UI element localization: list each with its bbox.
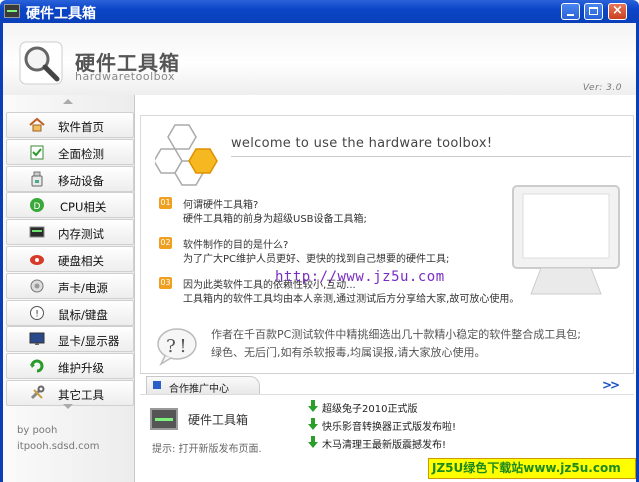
monitor-icon bbox=[512, 185, 620, 295]
green-down-arrow-icon bbox=[308, 400, 318, 412]
main-panel: welcome to use the hardware toolbox! 01 … bbox=[136, 95, 636, 482]
sidebar-item-label: 全面检测 bbox=[58, 146, 104, 161]
minimize-button[interactable] bbox=[561, 3, 580, 20]
qa-number: 03 bbox=[159, 277, 172, 289]
sidebar: 软件首页 全面检测 移动设备 D CPU相关 内存测试 硬盘相关 声卡/电源 ! bbox=[3, 95, 135, 482]
website-link[interactable]: http://www.jz5u.com bbox=[275, 269, 445, 285]
sidebar-item-label: 鼠标/键盘 bbox=[58, 307, 108, 322]
sidebar-item-label: 软件首页 bbox=[58, 120, 104, 134]
tools-icon bbox=[30, 385, 45, 400]
sidebar-item-maintenance[interactable]: 维护升级 bbox=[6, 353, 134, 380]
clipboard-check-icon bbox=[30, 145, 44, 160]
app-icon bbox=[4, 4, 20, 18]
mouse-icon: ! bbox=[30, 305, 44, 320]
sidebar-item-cpu[interactable]: D CPU相关 bbox=[6, 192, 134, 219]
qa-number: 02 bbox=[159, 237, 172, 249]
app-brand-subtitle: hardwaretoolbox bbox=[75, 70, 176, 83]
display-icon bbox=[29, 332, 45, 346]
question-exclamation-icon: ? ! bbox=[157, 328, 197, 366]
qa-answer: 硬件工具箱的前身为超级USB设备工具箱; bbox=[183, 214, 367, 225]
news-title: 超级兔子2010正式版 bbox=[322, 404, 418, 415]
version-label: Ver: 3.0 bbox=[582, 83, 622, 93]
green-down-arrow-icon bbox=[308, 436, 318, 448]
title-bar[interactable]: 硬件工具箱 × bbox=[0, 0, 639, 23]
sidebar-item-label: 硬盘相关 bbox=[58, 253, 104, 268]
featured-app-name[interactable]: 硬件工具箱 bbox=[188, 411, 248, 428]
welcome-heading: welcome to use the hardware toolbox! bbox=[231, 136, 493, 151]
close-button[interactable]: × bbox=[608, 3, 627, 20]
sidebar-item-label: 内存测试 bbox=[58, 227, 104, 242]
hexagon-logo-icon bbox=[155, 124, 218, 186]
tab-partner-center[interactable]: 合作推广中心 bbox=[146, 376, 260, 395]
tab-square-icon bbox=[153, 381, 161, 389]
intro-text-line-1: 作者在千百款PC测试软件中精挑细选出几十款精小稳定的软件整合成工具包; bbox=[211, 328, 582, 341]
sidebar-item-memory[interactable]: 内存测试 bbox=[6, 219, 134, 246]
sidebar-item-other-tools[interactable]: 其它工具 bbox=[6, 379, 134, 406]
sidebar-item-mouse-keyboard[interactable]: ! 鼠标/键盘 bbox=[6, 299, 134, 326]
qa-question: 何谓硬件工具箱? bbox=[183, 200, 259, 211]
qa-answer: 工具箱内的软件工具均由本人亲测,通过测试后方分享给大家,故可放心使用。 bbox=[183, 294, 520, 305]
qa-answer: 为了广大PC维护人员更好、更快的找到自己想要的硬件工具; bbox=[183, 254, 450, 265]
sidebar-item-label: 其它工具 bbox=[58, 387, 104, 402]
sidebar-item-label: CPU相关 bbox=[60, 200, 107, 215]
cpu-icon: D bbox=[30, 198, 44, 213]
maximize-button[interactable] bbox=[584, 3, 603, 20]
svg-text:D: D bbox=[34, 202, 41, 212]
sidebar-item-label: 显卡/显示器 bbox=[58, 334, 120, 349]
hard-disk-icon bbox=[30, 254, 44, 265]
site-watermark: JZ5U绿色下载站www.jz5u.com bbox=[428, 458, 636, 479]
usb-drive-icon bbox=[31, 171, 43, 187]
memory-icon bbox=[29, 226, 45, 238]
intro-text-line-2: 绿色、无后门,如有杀软报毒,均属误报,请大家放心使用。 bbox=[211, 346, 486, 359]
divider bbox=[140, 394, 634, 395]
refresh-icon bbox=[30, 359, 44, 373]
sidebar-item-mobile[interactable]: 移动设备 bbox=[6, 165, 134, 192]
partner-center-panel: 合作推广中心 >> 硬件工具箱 提示: 打开新版发布页面. 超级兔子2010正式… bbox=[140, 373, 634, 463]
green-down-arrow-icon bbox=[308, 418, 318, 430]
svg-text:!: ! bbox=[179, 336, 186, 357]
sidebar-item-harddisk[interactable]: 硬盘相关 bbox=[6, 245, 134, 272]
more-link[interactable]: >> bbox=[602, 378, 620, 392]
sidebar-nav: 软件首页 全面检测 移动设备 D CPU相关 内存测试 硬盘相关 声卡/电源 ! bbox=[6, 112, 134, 407]
magnifier-icon bbox=[19, 41, 63, 85]
scroll-up-icon[interactable] bbox=[63, 99, 73, 104]
svg-text:?: ? bbox=[166, 336, 176, 357]
toolbox-app-icon bbox=[150, 408, 178, 430]
hint-text: 提示: 打开新版发布页面. bbox=[152, 444, 262, 455]
news-title: 木马清理王最新版震撼发布! bbox=[322, 440, 447, 451]
scroll-down-icon[interactable] bbox=[63, 404, 73, 409]
svg-text:!: ! bbox=[35, 309, 39, 319]
window-title: 硬件工具箱 bbox=[26, 6, 96, 22]
qa-question: 软件制作的目的是什么? bbox=[183, 240, 289, 251]
sidebar-item-sound-power[interactable]: 声卡/电源 bbox=[6, 272, 134, 299]
author-site[interactable]: itpooh.sdsd.com bbox=[17, 441, 99, 452]
speaker-icon bbox=[30, 279, 44, 293]
sidebar-item-label: 声卡/电源 bbox=[58, 280, 108, 295]
author-credit: by pooh bbox=[17, 425, 58, 436]
welcome-content: welcome to use the hardware toolbox! 01 … bbox=[140, 115, 634, 380]
tab-label: 合作推广中心 bbox=[169, 384, 229, 395]
app-header: 硬件工具箱 hardwaretoolbox Ver: 3.0 bbox=[0, 23, 639, 95]
sidebar-item-full-check[interactable]: 全面检测 bbox=[6, 138, 134, 165]
main-top-strip bbox=[136, 95, 636, 115]
divider bbox=[231, 156, 631, 157]
sidebar-item-display[interactable]: 显卡/显示器 bbox=[6, 326, 134, 353]
sidebar-item-label: 移动设备 bbox=[58, 173, 104, 188]
house-icon bbox=[29, 117, 45, 132]
sidebar-item-home[interactable]: 软件首页 bbox=[6, 112, 134, 138]
sidebar-item-label: 维护升级 bbox=[58, 361, 104, 376]
qa-number: 01 bbox=[159, 197, 172, 209]
news-title: 快乐影音转换器正式版发布啦! bbox=[322, 422, 457, 433]
